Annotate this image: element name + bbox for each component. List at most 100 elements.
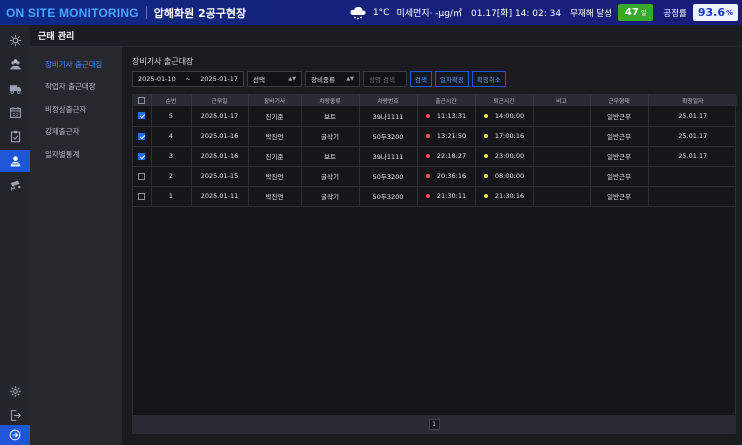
cell-work-type: 일반근무 <box>590 166 649 187</box>
cell-note <box>533 166 591 187</box>
status-dot-icon <box>425 154 430 158</box>
attendance-icon <box>10 155 20 166</box>
select-filter[interactable]: 선택 ▲▼ <box>247 71 302 87</box>
rail-settings[interactable] <box>0 380 30 402</box>
cell-date: 2025.01-16 <box>191 146 249 167</box>
cell-date: 2025.01-11 <box>191 186 249 207</box>
row-checkbox-cell[interactable] <box>133 106 152 127</box>
progress-rate: 93.6% <box>692 4 738 21</box>
row-checkbox-cell[interactable] <box>133 126 152 147</box>
cloud-snow-icon <box>350 6 366 19</box>
submenu-item-forced[interactable]: 강제출근자 <box>30 121 122 144</box>
rail-truck[interactable] <box>0 77 30 99</box>
chevron-updown-icon: ▲▼ <box>288 76 296 82</box>
next-icon <box>9 429 21 441</box>
rail-next[interactable] <box>0 425 30 445</box>
settings-icon <box>9 385 21 397</box>
rail-calendar[interactable] <box>0 101 30 123</box>
header-checkbox[interactable] <box>133 95 152 106</box>
confirm-date-button[interactable]: 일자확정 <box>434 71 469 87</box>
brand-title[interactable]: ON SITE MONITORING <box>0 6 139 20</box>
cell-out-time: 17:00:16 <box>475 126 534 147</box>
row-checkbox[interactable] <box>138 132 146 140</box>
cell-in-time: 20:36:16 <box>417 166 476 187</box>
rail-workers[interactable] <box>0 53 30 75</box>
date-range-picker[interactable]: 2025-01-10 ~ 2025-01-17 <box>132 71 244 87</box>
select-all-checkbox[interactable] <box>138 97 146 104</box>
start-date: 2025-01-10 <box>138 75 176 83</box>
cell-note <box>533 186 591 207</box>
table-row[interactable]: 5 2025.01-17 진기준 보트 39나1111 11:13:31 14:00:00 일… <box>133 106 737 127</box>
calendar-icon <box>9 106 21 118</box>
main-panel: 장비기사 출근대장 2025-01-10 ~ 2025-01-17 선택 ▲▼ … <box>122 47 742 445</box>
equipment-type-select[interactable]: 장비종류 ▲▼ <box>305 71 360 87</box>
truck-icon <box>9 84 21 94</box>
cell-confirm-date: 25.01.17 <box>648 146 737 167</box>
cell-vehicle-no: 50두3200 <box>359 186 418 207</box>
cell-work-type: 일반근무 <box>590 126 649 147</box>
table-row[interactable]: 4 2025.01-16 박진언 굴삭기 50두3200 13:21:50 17:00:16… <box>133 126 737 147</box>
row-checkbox-cell[interactable] <box>133 146 152 167</box>
filter-toolbar: 2025-01-10 ~ 2025-01-17 선택 ▲▼ 장비종류 ▲▼ 성명… <box>132 71 506 87</box>
cell-date: 2025.01-17 <box>191 106 249 127</box>
cell-in-time: 11:13:31 <box>417 106 476 127</box>
attendance-table: 순번 근무일 장비기사 차량종류 차량번호 출근시간 퇴근시간 비고 근무형태 … <box>132 94 737 434</box>
chevron-updown-icon: ▲▼ <box>346 76 354 82</box>
row-checkbox-cell[interactable] <box>133 186 152 207</box>
rail-logout[interactable] <box>0 404 30 426</box>
submenu-item-worker-attendance[interactable]: 작업자 출근대장 <box>30 76 122 99</box>
row-checkbox[interactable] <box>138 152 146 160</box>
status-dot-icon <box>483 113 488 118</box>
in-time: 22:18:27 <box>436 152 467 160</box>
cell-vehicle-no: 39나1111 <box>359 146 418 167</box>
table-row[interactable]: 1 2025.01-11 박진언 굴삭기 50두3200 21:30:11 21:30:16… <box>133 186 737 207</box>
workers-icon <box>9 58 21 69</box>
cell-vehicle-no: 50두3200 <box>359 126 418 147</box>
table-row[interactable]: 3 2025.01-16 진기준 보트 39나1111 22:18:27 23:00:00 일… <box>133 146 737 167</box>
status-dot-icon <box>425 134 430 138</box>
row-checkbox-cell[interactable] <box>133 166 152 187</box>
cell-note <box>533 146 591 167</box>
submenu-item-abnormal[interactable]: 비정상출근자 <box>30 98 122 121</box>
cell-no: 5 <box>151 106 192 127</box>
dashboard-icon <box>9 34 21 46</box>
rail-dashboard[interactable] <box>0 29 30 51</box>
page-number[interactable]: 1 <box>428 418 440 430</box>
cell-vehicle-type: 굴삭기 <box>301 186 360 207</box>
rail-cctv[interactable] <box>0 174 30 196</box>
icon-rail <box>0 25 30 445</box>
cell-out-time: 14:00:00 <box>475 106 534 127</box>
submenu-item-daily-stats[interactable]: 일자별통계 <box>30 143 122 166</box>
rail-checklist[interactable] <box>0 125 30 147</box>
temperature: 1°C <box>372 7 390 18</box>
cell-out-time: 08:00:00 <box>475 166 534 187</box>
status-dot-icon <box>425 174 430 178</box>
app-root: ON SITE MONITORING 압해화원 2공구현장 1°C 미세먼지· … <box>0 0 742 445</box>
cell-date: 2025.01-15 <box>191 166 249 187</box>
status-dot-icon <box>483 134 488 138</box>
pagination: 1 <box>133 415 735 433</box>
top-header: ON SITE MONITORING 압해화원 2공구현장 1°C 미세먼지· … <box>0 0 742 25</box>
progress-label: 공정률 <box>663 8 687 19</box>
in-time: 21:30:11 <box>436 192 467 200</box>
table-row[interactable]: 2 2025.01-15 박진언 굴삭기 50두3200 20:36:16 08:00:00… <box>133 166 737 187</box>
submenu-item-equipment-attendance[interactable]: 장비기사 출근대장 <box>30 53 122 76</box>
cell-in-time: 13:21:50 <box>417 126 476 147</box>
column-header: 근무일 <box>191 95 249 106</box>
name-search-input[interactable]: 성명 검색 <box>363 71 407 87</box>
cancel-confirm-button[interactable]: 확정취소 <box>471 71 506 87</box>
cell-confirm-date: 25.01.17 <box>648 106 737 127</box>
column-header: 확정일자 <box>648 95 737 106</box>
row-checkbox[interactable] <box>138 112 146 120</box>
section-bar: 근태 관리 <box>30 25 742 47</box>
header-divider <box>145 6 147 19</box>
out-time: 14:00:00 <box>494 111 525 120</box>
column-header: 퇴근시간 <box>475 95 534 106</box>
cell-vehicle-type: 굴삭기 <box>301 126 360 147</box>
row-checkbox[interactable] <box>138 172 146 180</box>
row-checkbox[interactable] <box>138 192 146 200</box>
logout-icon <box>10 409 21 421</box>
rail-attendance[interactable] <box>0 150 30 172</box>
search-button[interactable]: 검색 <box>410 71 432 87</box>
cell-no: 3 <box>151 146 192 167</box>
